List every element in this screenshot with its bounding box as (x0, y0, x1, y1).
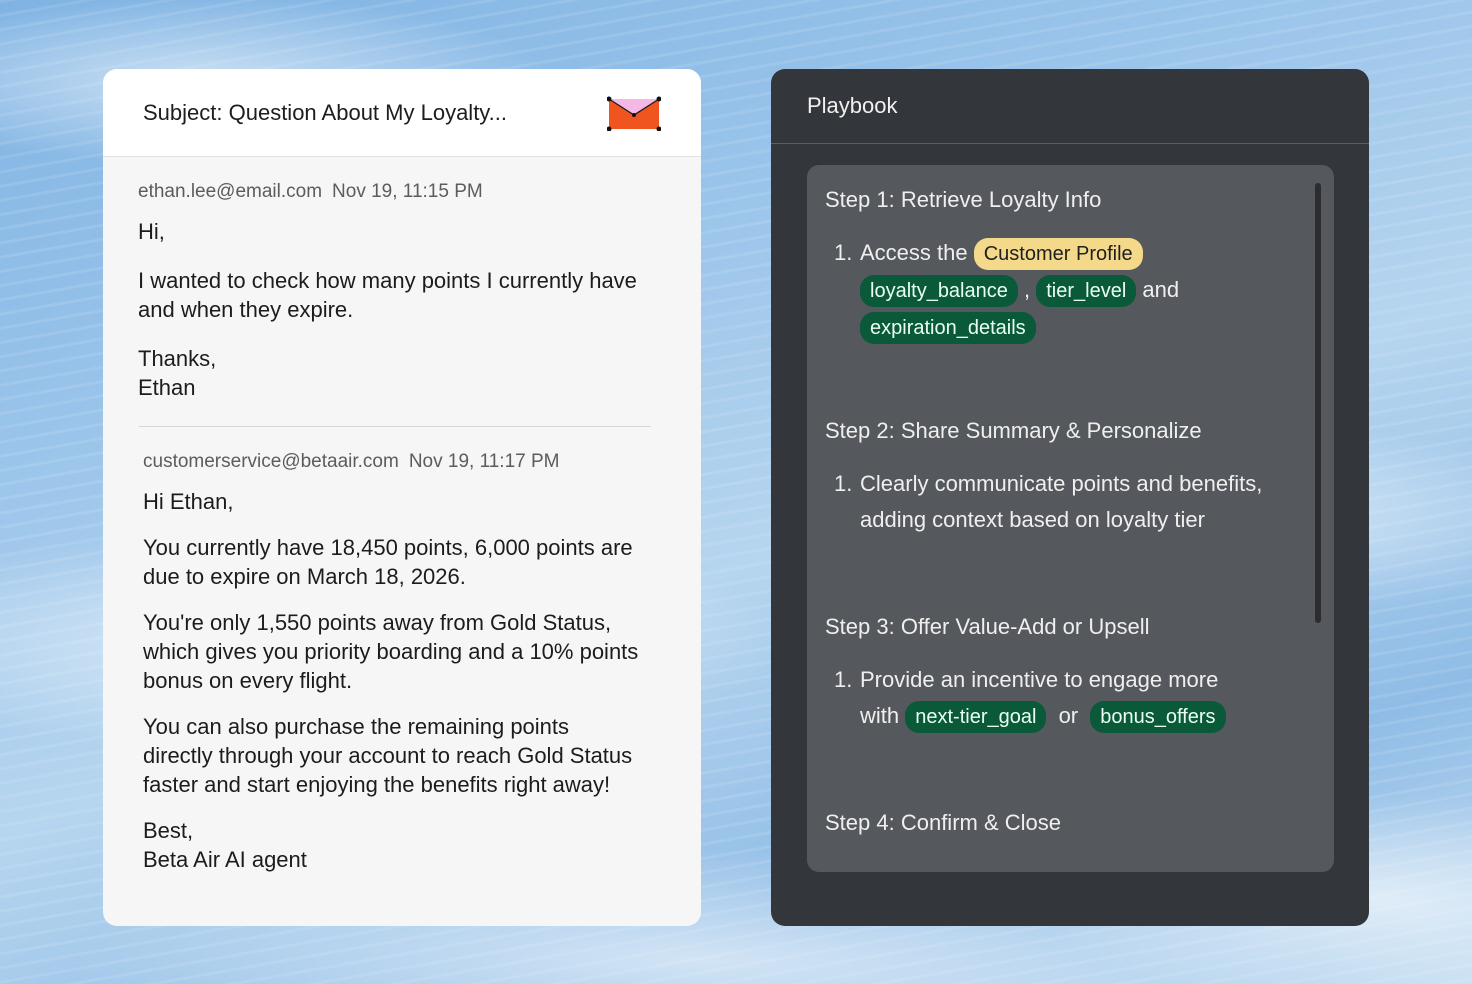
message-meta: customerservice@betaair.com Nov 19, 11:17… (143, 451, 661, 473)
playbook-header: Playbook (771, 69, 1369, 144)
message-meta: ethan.lee@email.com Nov 19, 11:15 PM (138, 181, 666, 203)
step-item-text: Clearly communicate points and benefits,… (860, 471, 1263, 532)
step-item: 1. Access the Customer Profile loyalty_b… (825, 235, 1304, 345)
step-item-number: 1. (834, 240, 853, 265)
step-item-text-lead: Access the (860, 240, 968, 265)
playbook-step-3: Step 3: Offer Value-Add or Upsell 1. Pro… (825, 614, 1304, 734)
message-greeting: Hi, (138, 219, 165, 244)
highlight-customer-profile[interactable]: Customer Profile (973, 238, 1143, 270)
message-signature: Beta Air AI agent (143, 847, 307, 872)
step-item-text-with: with (860, 703, 900, 728)
step-item-text: Access the Customer Profile loyalty_bala… (860, 235, 1304, 345)
playbook-panel: Playbook Step 1: Retrieve Loyalty Info 1… (771, 69, 1369, 926)
chip-connector: or (1058, 703, 1079, 728)
chip-expiration-details[interactable]: expiration_details (860, 312, 1036, 344)
chip-loyalty-balance[interactable]: loyalty_balance (860, 275, 1018, 307)
message-signoff: Best, (143, 818, 194, 843)
message-greeting: Hi Ethan, (143, 489, 234, 514)
message-time: Nov 19, 11:17 PM (408, 451, 560, 472)
chip-connector: and (1142, 277, 1180, 302)
chip-next-tier-goal[interactable]: next-tier_goal (905, 701, 1047, 733)
playbook-steps-list[interactable]: Step 1: Retrieve Loyalty Info 1. Access … (807, 165, 1334, 872)
step-title: Step 4: Confirm & Close (825, 810, 1061, 835)
message-signoff: Thanks, (138, 346, 217, 371)
sender-address[interactable]: customerservice@betaair.com (143, 451, 399, 472)
step-title: Step 1: Retrieve Loyalty Info (825, 187, 1102, 212)
chip-tier-level[interactable]: tier_level (1036, 275, 1137, 307)
email-subject: Subject: Question About My Loyalty... (143, 99, 508, 125)
step-item-text-lead: Provide an incentive to engage more (860, 667, 1219, 692)
sender-address[interactable]: ethan.lee@email.com (138, 181, 322, 202)
chip-separator: , (1024, 277, 1031, 302)
playbook-title: Playbook (807, 93, 898, 118)
message-time: Nov 19, 11:15 PM (332, 181, 483, 202)
message-paragraph: You currently have 18,450 points, 6,000 … (143, 535, 633, 589)
message-paragraph: I wanted to check how many points I curr… (138, 268, 637, 322)
email-header: Subject: Question About My Loyalty... (103, 69, 701, 157)
step-item-number: 1. (834, 471, 853, 496)
message-paragraph: You can also purchase the remaining poin… (143, 714, 633, 797)
playbook-step-4: Step 4: Confirm & Close (825, 810, 1304, 858)
step-item-number: 1. (834, 667, 853, 692)
step-title: Step 2: Share Summary & Personalize (825, 418, 1202, 443)
step-item: 1. Clearly communicate points and benefi… (825, 466, 1304, 538)
message-signature: Ethan (138, 375, 196, 400)
playbook-scrollbar[interactable] (1315, 183, 1321, 623)
email-message-customer: ethan.lee@email.com Nov 19, 11:15 PM Hi, … (103, 157, 701, 402)
email-thread-panel: Subject: Question About My Loyalty... et… (103, 69, 701, 926)
step-title: Step 3: Offer Value-Add or Upsell (825, 614, 1150, 639)
step-item: 1. Provide an incentive to engage more w… (825, 662, 1304, 734)
playbook-step-1: Step 1: Retrieve Loyalty Info 1. Access … (825, 187, 1304, 345)
chip-bonus-offers[interactable]: bonus_offers (1090, 701, 1226, 733)
email-message-agent: customerservice@betaair.com Nov 19, 11:17… (103, 427, 701, 874)
step-item-text: Provide an incentive to engage more with… (860, 662, 1304, 734)
message-paragraph: You're only 1,550 points away from Gold … (143, 610, 639, 693)
playbook-step-2: Step 2: Share Summary & Personalize 1. C… (825, 418, 1304, 538)
envelope-icon[interactable] (606, 95, 662, 131)
